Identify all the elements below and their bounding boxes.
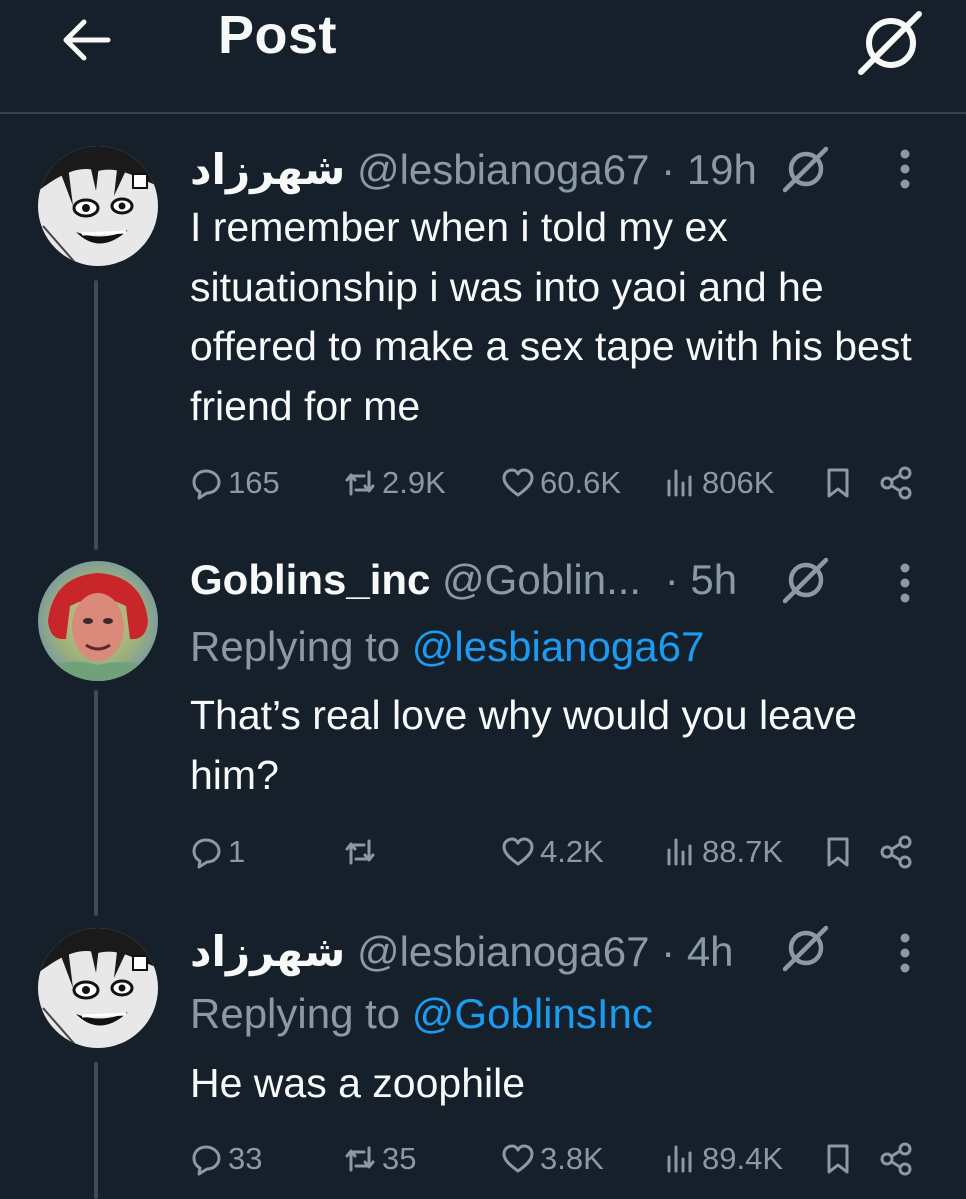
handle[interactable]: @Goblin... <box>442 556 641 603</box>
avatar[interactable] <box>38 928 158 1048</box>
handle[interactable]: @lesbianoga67 <box>357 928 650 975</box>
tweet-text: He was a zoophile <box>190 1060 526 1106</box>
views-count: 89.4K <box>702 1141 784 1176</box>
back-arrow-icon[interactable] <box>58 12 114 68</box>
tweet-text: I remember when i told my ex situationsh… <box>190 204 912 429</box>
tweet-actions: 165 2.9K 60.6K 806K <box>0 463 966 503</box>
reply-icon <box>192 1145 221 1176</box>
more-icon[interactable] <box>894 144 916 194</box>
tweet-author-row: شهرزاد @lesbianoga67 · 19h <box>190 142 757 198</box>
like-button[interactable]: 60.6K <box>500 463 621 503</box>
tweet-actions: 33 35 3.8K 89.4K <box>0 1139 966 1179</box>
views-icon <box>667 1145 692 1173</box>
like-icon <box>502 1144 534 1173</box>
like-button[interactable]: 3.8K <box>500 1139 604 1179</box>
share-icon[interactable] <box>878 1141 914 1177</box>
views-button[interactable]: 806K <box>662 463 774 503</box>
reply-icon <box>192 469 221 500</box>
retweet-icon <box>345 1146 375 1172</box>
display-name[interactable]: شهرزاد <box>190 146 345 193</box>
thread-line <box>94 690 98 916</box>
tweet-author-row: Goblins_inc @Goblin... · 5h <box>190 552 737 608</box>
avatar[interactable] <box>38 146 158 266</box>
views-icon <box>667 838 692 866</box>
avatar[interactable] <box>38 561 158 681</box>
replying-to: Replying to @GoblinsInc <box>190 990 653 1038</box>
manga-avatar-image <box>38 146 158 266</box>
mention-link[interactable]: @GoblinsInc <box>412 990 653 1037</box>
retweet-icon <box>345 470 375 496</box>
reply-count: 1 <box>228 834 246 869</box>
views-button[interactable]: 88.7K <box>662 832 783 872</box>
timestamp[interactable]: · 4h <box>661 928 733 975</box>
like-count: 4.2K <box>540 834 604 869</box>
painted-avatar-image <box>38 561 158 681</box>
like-icon <box>502 468 534 497</box>
reply-button[interactable]: 1 <box>188 832 245 872</box>
timestamp[interactable]: · 5h <box>665 556 737 603</box>
retweet-count: 35 <box>382 1141 417 1176</box>
bookmark-icon[interactable] <box>820 1141 856 1177</box>
like-count: 3.8K <box>540 1141 604 1176</box>
like-button[interactable]: 4.2K <box>500 832 604 872</box>
handle[interactable]: @lesbianoga67 <box>357 146 650 193</box>
views-button[interactable]: 89.4K <box>662 1139 783 1179</box>
more-icon[interactable] <box>894 928 916 978</box>
tweet-text: That’s real love why would you leave him… <box>190 692 857 798</box>
retweet-button[interactable]: 2.9K <box>342 463 446 503</box>
grok-icon[interactable] <box>780 923 830 973</box>
reply-icon <box>192 838 221 869</box>
views-icon <box>667 469 692 497</box>
like-icon <box>502 837 534 866</box>
views-count: 806K <box>702 465 775 500</box>
timestamp[interactable]: · 19h <box>661 146 757 193</box>
manga-avatar-image <box>38 928 158 1048</box>
display-name[interactable]: شهرزاد <box>190 928 345 975</box>
replying-to-label: Replying to <box>190 990 412 1037</box>
retweet-count: 2.9K <box>382 465 446 500</box>
replying-to-label: Replying to <box>190 623 412 670</box>
tweet-author-row: شهرزاد @lesbianoga67 · 4h <box>190 924 734 980</box>
like-count: 60.6K <box>540 465 622 500</box>
retweet-icon <box>345 839 375 865</box>
views-count: 88.7K <box>702 834 784 869</box>
reply-count: 33 <box>228 1141 263 1176</box>
retweet-button[interactable] <box>342 832 382 872</box>
page-title: Post <box>218 5 338 65</box>
thread-line <box>94 280 98 550</box>
reply-button[interactable]: 165 <box>188 463 280 503</box>
share-icon[interactable] <box>878 465 914 501</box>
bookmark-icon[interactable] <box>820 465 856 501</box>
top-bar: Post <box>0 0 966 114</box>
grok-icon[interactable] <box>780 555 830 605</box>
share-icon[interactable] <box>878 834 914 870</box>
tweet-actions: 1 4.2K 88.7K <box>0 832 966 872</box>
more-icon[interactable] <box>894 558 916 608</box>
replying-to: Replying to @lesbianoga67 <box>190 623 704 671</box>
reply-button[interactable]: 33 <box>188 1139 262 1179</box>
bookmark-icon[interactable] <box>820 834 856 870</box>
retweet-button[interactable]: 35 <box>342 1139 416 1179</box>
mention-link[interactable]: @lesbianoga67 <box>412 623 705 670</box>
reply-count: 165 <box>228 465 280 500</box>
display-name[interactable]: Goblins_inc <box>190 556 430 603</box>
grok-icon[interactable] <box>780 144 830 194</box>
grok-icon[interactable] <box>855 8 925 78</box>
